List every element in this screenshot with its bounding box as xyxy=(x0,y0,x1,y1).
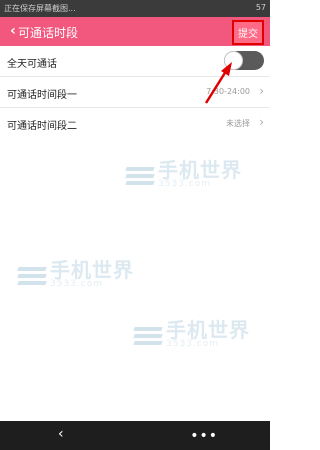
annotation-arrow xyxy=(204,62,232,104)
nav-back-icon[interactable]: ‹ xyxy=(58,426,64,442)
navigation-bar: ‹ ••• xyxy=(0,421,270,450)
more-dots-icon[interactable]: ••• xyxy=(190,428,218,444)
